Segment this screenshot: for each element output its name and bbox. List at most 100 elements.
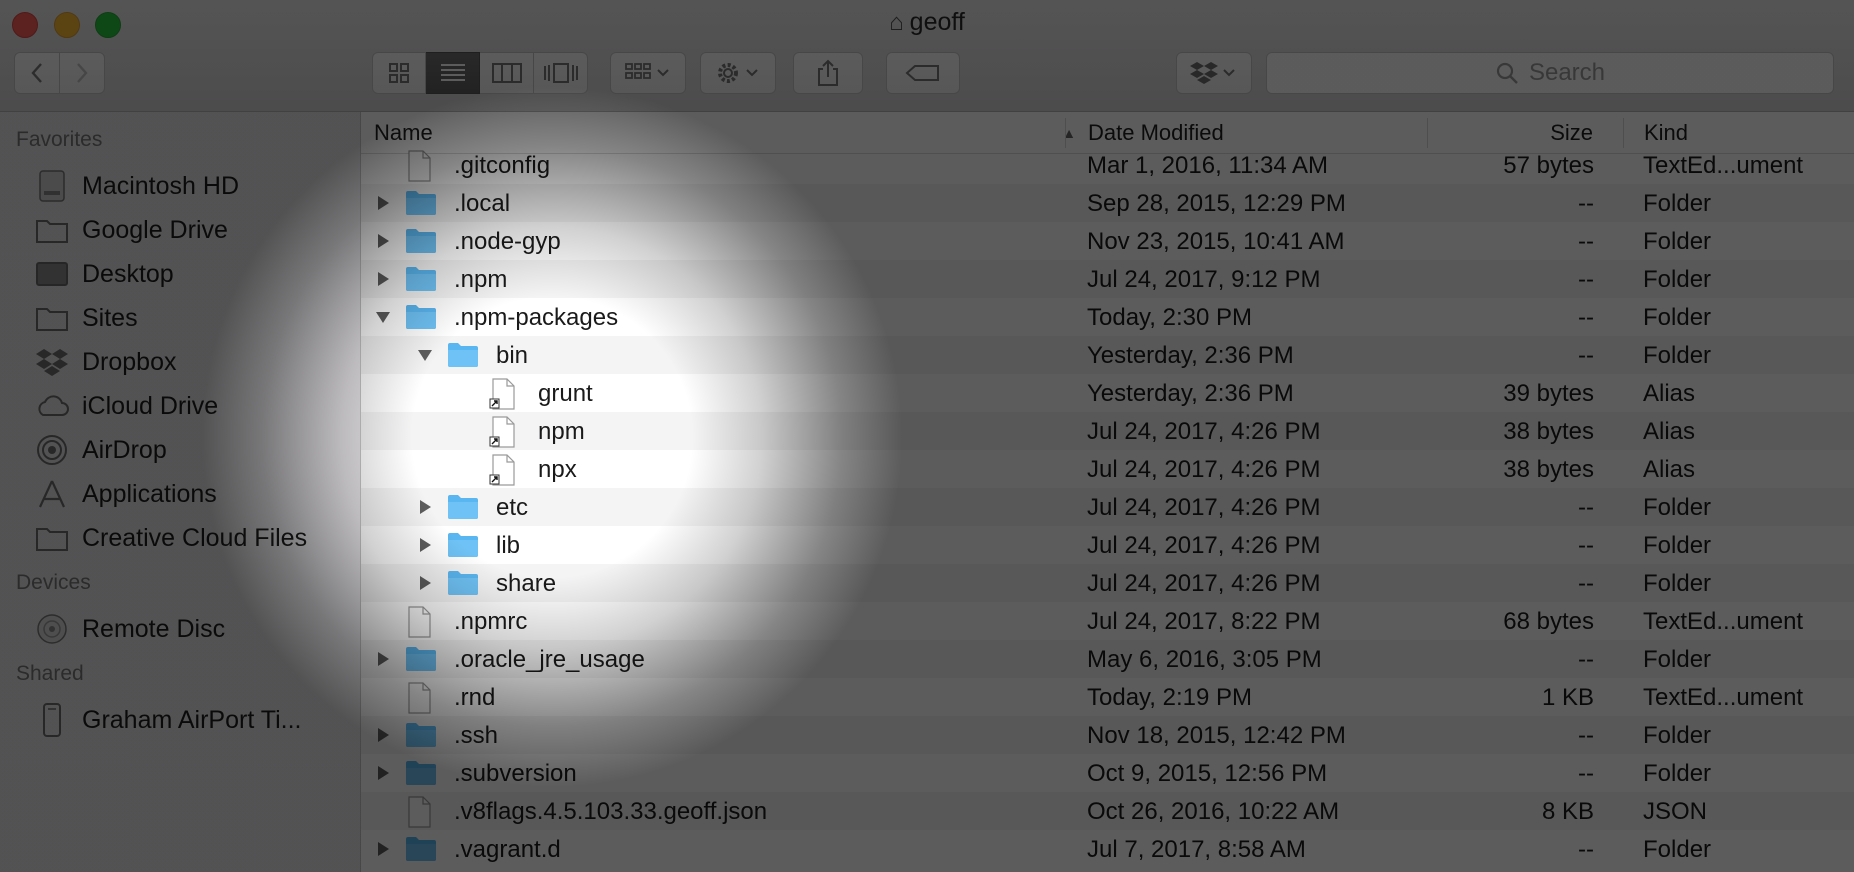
column-header-size[interactable]: Size — [1431, 112, 1593, 153]
window-title: ⌂ geoff — [0, 8, 1854, 37]
file-name: .node-gyp — [454, 228, 561, 255]
file-kind: Folder — [1643, 532, 1712, 559]
file-kind: Folder — [1643, 266, 1712, 293]
file-row[interactable]: bin Yesterday, 2:36 PM -- Folder — [361, 336, 1854, 374]
file-row[interactable]: share Jul 24, 2017, 4:26 PM -- Folder — [361, 564, 1854, 602]
disclosure-collapsed-icon[interactable] — [373, 649, 393, 669]
alias-file-icon — [489, 416, 521, 448]
back-button[interactable] — [14, 52, 60, 94]
file-row[interactable]: grunt Yesterday, 2:36 PM 39 bytes Alias — [361, 374, 1854, 412]
disclosure-collapsed-icon[interactable] — [373, 839, 393, 859]
search-field[interactable]: Search — [1266, 52, 1834, 94]
forward-button[interactable] — [59, 52, 105, 94]
disclosure-collapsed-icon[interactable] — [373, 193, 393, 213]
disclosure-expanded-icon[interactable] — [373, 307, 393, 327]
file-row[interactable]: .gitconfig Mar 1, 2016, 11:34 AM 57 bytes T… — [361, 150, 1854, 184]
column-header-date-modified[interactable]: Date Modified — [1088, 112, 1388, 153]
cover-flow-icon — [543, 63, 578, 83]
disclosure-collapsed-icon[interactable] — [373, 269, 393, 289]
column-header-size-label: Size — [1550, 119, 1593, 145]
file-name: .v8flags.4.5.103.33.geoff.json — [454, 798, 768, 825]
arrange-button[interactable] — [610, 52, 686, 94]
sidebar-item-sites[interactable]: Sites — [34, 296, 138, 340]
dropbox-button[interactable] — [1176, 52, 1252, 94]
disclosure-collapsed-icon[interactable] — [415, 497, 435, 517]
file-row[interactable]: .npm Jul 24, 2017, 9:12 PM -- Folder — [361, 260, 1854, 298]
file-row[interactable]: .local Sep 28, 2015, 12:29 PM -- Folder — [361, 184, 1854, 222]
disclosure-collapsed-icon[interactable] — [415, 573, 435, 593]
folder-icon — [405, 302, 437, 332]
sidebar-item-label: iCloud Drive — [82, 391, 219, 420]
sidebar-item-applications[interactable]: Applications — [34, 472, 217, 516]
file-kind: Alias — [1643, 380, 1696, 407]
column-header-date-label: Date Modified — [1088, 119, 1224, 145]
folder-icon — [405, 758, 437, 788]
cloud-icon — [34, 388, 70, 424]
column-header-kind[interactable]: Kind — [1644, 112, 1844, 153]
file-size: -- — [1578, 190, 1594, 217]
file-kind: Alias — [1643, 456, 1696, 483]
column-view-button[interactable] — [480, 52, 534, 94]
disclosure-collapsed-icon[interactable] — [373, 725, 393, 745]
sidebar-item-dropbox[interactable]: Dropbox — [34, 340, 177, 384]
file-size: -- — [1578, 494, 1594, 521]
file-row[interactable]: npx Jul 24, 2017, 4:26 PM 38 bytes Alias — [361, 450, 1854, 488]
disclosure-collapsed-icon[interactable] — [373, 763, 393, 783]
file-row[interactable]: etc Jul 24, 2017, 4:26 PM -- Folder — [361, 488, 1854, 526]
file-row[interactable]: .npm-packages Today, 2:30 PM -- Folder — [361, 298, 1854, 336]
file-row[interactable]: .node-gyp Nov 23, 2015, 10:41 AM -- Folder — [361, 222, 1854, 260]
file-row[interactable]: .rnd Today, 2:19 PM 1 KB TextEd...ument — [361, 678, 1854, 716]
sidebar-item-desktop[interactable]: Desktop — [34, 252, 174, 296]
cover-flow-view-button[interactable] — [534, 52, 588, 94]
sidebar-item-graham-airport[interactable]: Graham AirPort Ti... — [34, 698, 302, 742]
disclosure-collapsed-icon[interactable] — [415, 535, 435, 555]
file-date-modified: Today, 2:19 PM — [1087, 684, 1252, 711]
file-row[interactable]: .subversion Oct 9, 2015, 12:56 PM -- Folder — [361, 754, 1854, 792]
file-row[interactable]: lib Jul 24, 2017, 4:26 PM -- Folder — [361, 526, 1854, 564]
sidebar-item-creative-cloud-files[interactable]: Creative Cloud Files — [34, 516, 307, 560]
file-date-modified: Nov 23, 2015, 10:41 AM — [1087, 228, 1345, 255]
disclosure-collapsed-icon[interactable] — [373, 231, 393, 251]
file-name: grunt — [538, 380, 593, 407]
sidebar-item-icloud-drive[interactable]: iCloud Drive — [34, 384, 218, 428]
share-button[interactable] — [793, 52, 863, 94]
tags-button[interactable] — [886, 52, 960, 94]
file-kind: TextEd...ument — [1643, 152, 1804, 179]
file-list: .gitconfig Mar 1, 2016, 11:34 AM 57 bytes T… — [361, 150, 1854, 868]
file-name: .npm-packages — [454, 304, 619, 331]
sidebar-item-remote-disc[interactable]: Remote Disc — [34, 607, 225, 651]
folder-icon — [405, 834, 437, 864]
chevron-left-icon — [31, 63, 42, 83]
file-row[interactable]: .npmrc Jul 24, 2017, 8:22 PM 68 bytes TextE… — [361, 602, 1854, 640]
file-row[interactable]: .vagrant.d Jul 7, 2017, 8:58 AM -- Folder — [361, 830, 1854, 868]
document-icon — [405, 606, 437, 638]
file-size: -- — [1578, 304, 1594, 331]
file-date-modified: Jul 7, 2017, 8:58 AM — [1087, 836, 1306, 863]
list-view-button[interactable] — [426, 52, 480, 94]
file-size: 38 bytes — [1503, 456, 1594, 483]
file-row[interactable]: .oracle_jre_usage May 6, 2016, 3:05 PM -- F… — [361, 640, 1854, 678]
file-date-modified: Jul 24, 2017, 4:26 PM — [1087, 418, 1321, 445]
folder-icon — [34, 520, 70, 556]
file-row[interactable]: npm Jul 24, 2017, 4:26 PM 38 bytes Alias — [361, 412, 1854, 450]
file-kind: TextEd...ument — [1643, 684, 1804, 711]
action-button[interactable] — [700, 52, 776, 94]
alias-file-icon — [489, 378, 521, 410]
file-date-modified: Jul 24, 2017, 8:22 PM — [1087, 608, 1321, 635]
file-date-modified: Jul 24, 2017, 4:26 PM — [1087, 532, 1321, 559]
file-row[interactable]: .ssh Nov 18, 2015, 12:42 PM -- Folder — [361, 716, 1854, 754]
file-row[interactable]: .v8flags.4.5.103.33.geoff.json Oct 26, 20… — [361, 792, 1854, 830]
sidebar-item-label: Macintosh HD — [82, 171, 239, 200]
folder-icon — [447, 340, 479, 370]
file-date-modified: Jul 24, 2017, 4:26 PM — [1087, 570, 1321, 597]
icon-view-button[interactable] — [372, 52, 426, 94]
gear-icon — [718, 63, 758, 83]
column-header-name[interactable]: Name ▲ — [374, 112, 1076, 153]
sidebar-item-google-drive[interactable]: Google Drive — [34, 208, 228, 252]
shared-heading: Shared — [16, 662, 84, 685]
sidebar-item-macintosh-hd[interactable]: Macintosh HD — [34, 164, 239, 208]
disclosure-expanded-icon[interactable] — [415, 345, 435, 365]
folder-icon — [447, 492, 479, 522]
folder-icon — [447, 568, 479, 598]
sidebar-item-airdrop[interactable]: AirDrop — [34, 428, 167, 472]
